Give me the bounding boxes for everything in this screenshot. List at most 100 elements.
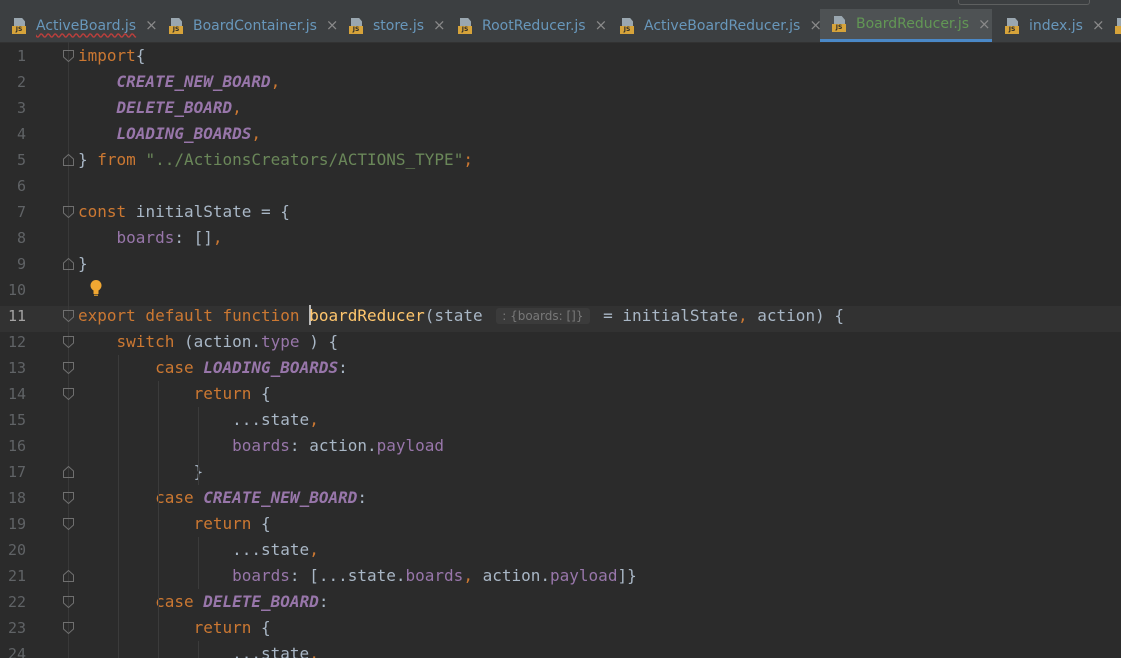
code-token: initialState = {: [126, 202, 290, 221]
line-number: 2: [16, 73, 26, 91]
code-line[interactable]: 22 case DELETE_BOARD:: [0, 589, 1121, 615]
code-token: ,: [309, 644, 319, 658]
line-number: 4: [16, 125, 26, 143]
fold-open-icon[interactable]: [63, 336, 74, 348]
line-number: 12: [7, 333, 26, 351]
code-token: CREATE_NEW_BOARD: [203, 488, 358, 507]
fold-close-icon[interactable]: [63, 154, 74, 166]
code-text: case DELETE_BOARD:: [78, 589, 328, 615]
code-line[interactable]: 3 DELETE_BOARD,: [0, 95, 1121, 121]
tab-label: index.js: [1029, 17, 1083, 34]
code-token: boards: [116, 228, 175, 247]
fold-close-icon[interactable]: [63, 466, 74, 478]
fold-close-icon[interactable]: [63, 258, 74, 270]
indent-guide: [158, 381, 159, 658]
tab-index[interactable]: JS index.js ×: [993, 9, 1105, 42]
code-line[interactable]: 12 switch (action.type ) {: [0, 329, 1121, 355]
code-token: :: [357, 488, 367, 507]
code-text: import{: [78, 43, 145, 69]
tab-overflow[interactable]: [1103, 9, 1121, 42]
indent-guide: [198, 641, 199, 658]
fold-open-icon[interactable]: [63, 50, 74, 62]
fold-open-icon[interactable]: [63, 622, 74, 634]
code-line[interactable]: 11 export default function boardReducer(s…: [0, 303, 1121, 329]
code-line[interactable]: 6: [0, 173, 1121, 199]
code-line[interactable]: 9}: [0, 251, 1121, 277]
js-file-icon: JS: [458, 17, 474, 34]
tab-boardcontainer[interactable]: JS BoardContainer.js ×: [157, 9, 339, 42]
js-file-icon: JS: [620, 17, 636, 34]
code-text: }: [78, 459, 204, 485]
fold-open-icon[interactable]: [63, 492, 74, 504]
tab-store[interactable]: JS store.js ×: [337, 9, 446, 42]
fold-open-icon[interactable]: [63, 518, 74, 530]
code-token: }: [78, 150, 98, 169]
code-token: LOADING_BOARDS: [116, 124, 252, 143]
code-token: LOADING_BOARDS: [203, 358, 339, 377]
code-token: ,: [270, 72, 281, 91]
code-token: {: [251, 618, 271, 637]
js-file-icon: JS: [12, 17, 28, 34]
code-text: case CREATE_NEW_BOARD:: [78, 485, 367, 511]
line-number: 9: [16, 255, 26, 273]
code-line[interactable]: 23 return {: [0, 615, 1121, 641]
code-line[interactable]: 5} from "../ActionsCreators/ACTIONS_TYPE…: [0, 147, 1121, 173]
code-line[interactable]: 18 case CREATE_NEW_BOARD:: [0, 485, 1121, 511]
code-token: export default function: [78, 306, 300, 325]
type-hint: : {boards: []}: [496, 308, 590, 324]
line-number: 7: [16, 203, 26, 221]
close-tab-icon[interactable]: ×: [595, 18, 608, 33]
tab-boardreducer[interactable]: JS BoardReducer.js ×: [820, 9, 992, 42]
code-line[interactable]: 19 return {: [0, 511, 1121, 537]
code-line[interactable]: 16 boards: action.payload: [0, 433, 1121, 459]
code-line[interactable]: 2 CREATE_NEW_BOARD,: [0, 69, 1121, 95]
close-tab-icon[interactable]: ×: [145, 18, 158, 33]
code-line[interactable]: 24 ...state,: [0, 641, 1121, 658]
code-token: ;: [463, 150, 473, 169]
code-text: DELETE_BOARD,: [78, 95, 242, 121]
tab-activeboardreducer[interactable]: JS ActiveBoardReducer.js ×: [608, 9, 822, 42]
code-token: ,: [309, 540, 319, 559]
code-line[interactable]: 21 boards: [...state.boards, action.payl…: [0, 563, 1121, 589]
tab-rootreducer[interactable]: JS RootReducer.js ×: [446, 9, 608, 42]
fold-open-icon[interactable]: [63, 362, 74, 374]
code-token: {: [251, 384, 271, 403]
close-tab-icon[interactable]: ×: [978, 16, 991, 32]
line-number: 21: [7, 567, 26, 585]
code-line[interactable]: 7 const initialState = {: [0, 199, 1121, 225]
code-line[interactable]: 17 }: [0, 459, 1121, 485]
code-line[interactable]: 15 ...state,: [0, 407, 1121, 433]
fold-open-icon[interactable]: [63, 388, 74, 400]
code-line[interactable]: 4 LOADING_BOARDS,: [0, 121, 1121, 147]
line-number: 15: [7, 411, 26, 429]
code-line[interactable]: 1 import{: [0, 43, 1121, 69]
fold-open-icon[interactable]: [63, 596, 74, 608]
tab-label: ActiveBoard.js: [36, 17, 137, 34]
code-line[interactable]: 20 ...state,: [0, 537, 1121, 563]
code-line[interactable]: 8 boards: [],: [0, 225, 1121, 251]
code-editor[interactable]: 1 import{2 CREATE_NEW_BOARD, 3 DELETE_BOAR…: [0, 42, 1121, 658]
lightbulb-icon[interactable]: [89, 279, 103, 297]
code-token: ...state: [78, 540, 310, 559]
fold-close-icon[interactable]: [63, 570, 74, 582]
code-text: boards: [],: [78, 225, 223, 251]
code-text: switch (action.type ) {: [78, 329, 339, 355]
code-line[interactable]: 14 return {: [0, 381, 1121, 407]
code-token: }: [78, 462, 204, 481]
code-line[interactable]: 10: [0, 277, 1121, 303]
close-tab-icon[interactable]: ×: [433, 18, 446, 33]
fold-open-icon[interactable]: [63, 310, 74, 322]
code-token: boards: [232, 566, 290, 585]
code-line[interactable]: 13 case LOADING_BOARDS:: [0, 355, 1121, 381]
code-token: boards: [232, 436, 290, 455]
code-token: case: [155, 358, 194, 377]
tab-activeboard[interactable]: JS ActiveBoard.js ×: [0, 9, 158, 42]
fold-open-icon[interactable]: [63, 206, 74, 218]
code-token: from: [97, 150, 136, 169]
